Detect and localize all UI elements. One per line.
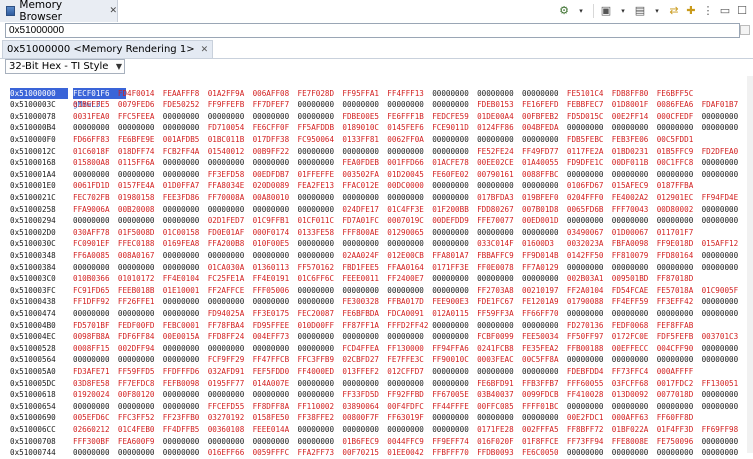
memory-cell[interactable]: 00000000 <box>702 343 753 355</box>
row-address: 0x5100003C <box>10 100 56 110</box>
memory-cell[interactable]: FF60FF8D <box>657 412 710 424</box>
row-address: 0x51000168 <box>10 158 56 168</box>
memory-cell[interactable]: 00000000 <box>702 262 753 274</box>
memory-cell[interactable]: 00000000 <box>702 122 753 134</box>
close-icon[interactable]: ✕ <box>109 6 117 16</box>
memory-cell[interactable]: 00000000 <box>702 215 753 227</box>
row-address: 0x510000B4 <box>10 123 56 133</box>
go-button[interactable] <box>740 25 750 35</box>
new-tab-icon[interactable]: ✚ <box>684 4 698 18</box>
memory-cell[interactable]: 00000000 <box>702 401 753 413</box>
row-address: 0x510000F0 <box>10 135 56 144</box>
row-address: 0x51000708 <box>10 436 56 446</box>
dropdown-arrow-icon[interactable]: ▾ <box>650 4 664 18</box>
memory-cell[interactable]: 00000000 <box>702 389 753 401</box>
row-address: 0x510004B0 <box>10 320 56 330</box>
memory-cell[interactable]: 00000000 <box>702 157 753 169</box>
menu-icon[interactable]: ⋮ <box>701 4 715 18</box>
toolbar-separator <box>593 4 594 18</box>
address-row: 0x51000000 <box>0 22 753 40</box>
memory-cell[interactable]: FF130051 <box>702 378 753 390</box>
row-address: 0x510005DC <box>10 378 56 388</box>
memory-cell[interactable]: FE6BFF5C <box>657 88 710 100</box>
row-address: 0x5100012C <box>10 146 56 156</box>
memory-cell[interactable]: FF94FD4E <box>702 192 753 204</box>
memory-cell[interactable]: FDAF01B7 <box>702 99 753 111</box>
label-row: 0x51000000 gMmwL3 <box>0 76 100 110</box>
memory-cell[interactable]: 000AFFFF <box>657 366 710 378</box>
format-select[interactable]: 32-Bit Hex - TI Style ▼ <box>5 59 125 74</box>
memory-cell[interactable]: 00000000 <box>702 296 753 308</box>
memory-rendering-tab-label: 0x51000000 <Memory Rendering 1> <box>7 44 195 55</box>
row-address: 0x5100021C <box>10 193 56 202</box>
import-icon[interactable]: ▣ <box>599 4 613 18</box>
row-address: 0x510005A0 <box>10 367 56 376</box>
view-title: Memory Browser <box>19 0 63 23</box>
memory-cell[interactable]: 00000000 <box>702 111 753 123</box>
row-address: 0x510004EC <box>10 332 56 342</box>
memory-cell[interactable]: 00000000 <box>702 354 753 366</box>
export-icon[interactable]: ▤ <box>633 4 647 18</box>
vertical-scrollbar[interactable] <box>747 76 753 453</box>
memory-cell[interactable]: 0187FFBA <box>657 180 710 192</box>
rendering-tab-bar: 0x51000000 <Memory Rendering 1> ✕ <box>0 40 753 59</box>
row-address: 0x51000384 <box>10 262 56 272</box>
memory-cell[interactable]: 00000000 <box>702 250 753 262</box>
address-input[interactable]: 0x51000000 <box>5 23 740 38</box>
row-address: 0x51000438 <box>10 297 56 307</box>
row-address: 0x510002D0 <box>10 227 56 237</box>
memory-cell[interactable]: 00000000 <box>702 169 753 181</box>
row-address: 0x51000078 <box>10 111 56 121</box>
memory-cell[interactable]: 015AFF12 <box>702 238 753 250</box>
memory-browser-view-tab[interactable]: Memory Browser ✕ <box>0 0 118 23</box>
memory-cell[interactable]: FEF8FFAB <box>657 320 710 332</box>
row-address: 0x51000000 <box>10 87 68 100</box>
row-address: 0x510003FC <box>10 285 56 295</box>
row-address: 0x51000294 <box>10 216 56 226</box>
row-address: 0x51000258 <box>10 204 56 214</box>
row-address: 0x51000618 <box>10 390 56 400</box>
run-icon[interactable]: ⚙ <box>557 4 571 18</box>
memory-cell[interactable]: 01C9005F <box>702 285 753 297</box>
row-address: 0x51000690 <box>10 413 56 423</box>
view-toolbar: ⚙ ▾ ▣ ▾ ▤ ▾ ⇄ ✚ ⋮ ▭ ☐ <box>557 3 749 19</box>
memory-browser-icon <box>6 6 16 16</box>
row-address: 0x510001E0 <box>10 181 56 191</box>
memory-cell[interactable]: 00000000 <box>702 204 753 216</box>
row-address: 0x510006CC <box>10 425 56 434</box>
row-address: 0x510003C0 <box>10 274 56 284</box>
link-icon[interactable]: ⇄ <box>667 4 681 18</box>
view-title-bar: Memory Browser ✕ ⚙ ▾ ▣ ▾ ▤ ▾ ⇄ ✚ ⋮ ▭ ☐ <box>0 0 753 23</box>
dropdown-arrow-icon[interactable]: ▾ <box>574 4 588 18</box>
dropdown-arrow-icon[interactable]: ▾ <box>616 4 630 18</box>
memory-rendering-tab[interactable]: 0x51000000 <Memory Rendering 1> ✕ <box>2 40 214 58</box>
row-address: 0x5100030C <box>10 239 56 249</box>
format-select-value: 32-Bit Hex - TI Style <box>9 61 109 72</box>
memory-cell[interactable]: 011701F7 <box>657 227 710 239</box>
memory-cell[interactable]: FD2DFEA0 <box>702 146 753 158</box>
maximize-icon[interactable]: ☐ <box>735 4 749 18</box>
row-address: 0x51000348 <box>10 251 56 260</box>
close-icon[interactable]: ✕ <box>201 45 209 55</box>
memory-cell[interactable]: 00C5FDD1 <box>657 134 710 146</box>
row-address: 0x51000474 <box>10 309 56 318</box>
row-address: 0x51000654 <box>10 401 56 411</box>
memory-cell[interactable]: FF87018D <box>657 273 710 285</box>
row-address: 0x51000528 <box>10 343 56 353</box>
memory-cell[interactable]: FF69FF98 <box>702 424 753 436</box>
memory-cell[interactable]: 00000000 <box>702 308 753 320</box>
memory-cell[interactable]: 003701C3 <box>702 331 753 343</box>
memory-cell[interactable]: 00000000 <box>702 436 753 448</box>
row-address: 0x51000564 <box>10 355 56 365</box>
minimize-icon[interactable]: ▭ <box>718 4 732 18</box>
format-row: 32-Bit Hex - TI Style ▼ <box>0 58 753 76</box>
memory-grid[interactable]: 0x51000000 gMmwL3 0x51000000FECF01F6FD4F… <box>0 76 753 457</box>
chevron-down-icon: ▼ <box>115 62 122 71</box>
row-address: 0x510001A4 <box>10 169 56 179</box>
